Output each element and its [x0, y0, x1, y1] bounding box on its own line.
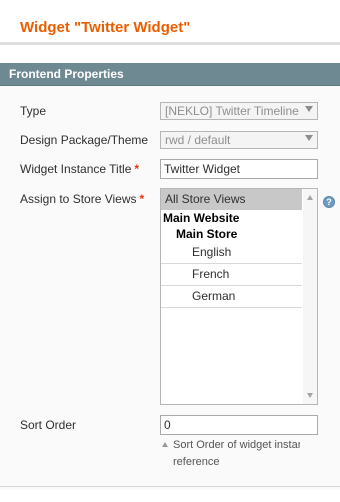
- store-views-group-website: Main Website: [161, 210, 302, 226]
- option-label: German: [192, 289, 236, 303]
- store-views-option-english[interactable]: English: [161, 242, 302, 264]
- required-marker: *: [139, 192, 145, 206]
- store-views-label: Assign to Store Views *: [20, 192, 144, 206]
- widget-edit-page: Widget "Twitter Widget" Frontend Propert…: [0, 0, 340, 502]
- note-arrow-icon: [162, 442, 168, 447]
- fieldset-title: Frontend Properties: [9, 67, 124, 81]
- required-marker: *: [134, 162, 140, 176]
- scroll-up-arrow-icon[interactable]: [307, 195, 313, 200]
- store-views-group-store: Main Store: [161, 226, 302, 242]
- sort-order-label-text: Sort Order: [20, 418, 77, 432]
- store-views-option-french[interactable]: French: [161, 264, 302, 286]
- option-label: French: [192, 267, 230, 281]
- page-header: Widget "Twitter Widget": [0, 0, 340, 42]
- design-package-select-value: rwd / default: [165, 133, 231, 147]
- group-label: Main Store: [176, 227, 238, 241]
- chevron-down-icon: [305, 106, 313, 112]
- sort-order-note: Sort Order of widget instance reference: [162, 437, 300, 473]
- option-label: All Store Views: [165, 192, 246, 206]
- store-views-multiselect[interactable]: All Store Views Main Website Main Store …: [160, 188, 318, 405]
- store-views-option-all[interactable]: All Store Views: [161, 189, 302, 210]
- sort-order-input[interactable]: [160, 415, 318, 435]
- note-text-line2: reference: [173, 456, 220, 468]
- chevron-down-icon: [305, 135, 313, 141]
- store-views-label-text: Assign to Store Views: [20, 192, 137, 206]
- instance-title-label-text: Widget Instance Title: [20, 162, 132, 176]
- sort-order-label: Sort Order: [20, 418, 76, 432]
- design-package-label-text: Design Package/Theme: [20, 133, 149, 147]
- note-text-line1: Sort Order of widget instance: [173, 439, 300, 451]
- instance-title-label: Widget Instance Title *: [20, 162, 139, 176]
- option-label: English: [192, 245, 232, 259]
- store-views-scrollbar[interactable]: [303, 189, 317, 404]
- type-select[interactable]: [NEKLO] Twitter Timeline: [160, 102, 318, 120]
- fieldset-bottom-divider: [0, 486, 340, 487]
- group-label: Main Website: [163, 211, 240, 225]
- page-title: Widget "Twitter Widget": [20, 19, 191, 36]
- design-package-select[interactable]: rwd / default: [160, 131, 318, 149]
- scroll-down-arrow-icon[interactable]: [307, 393, 313, 398]
- design-package-label: Design Package/Theme: [20, 133, 148, 147]
- type-select-value: [NEKLO] Twitter Timeline: [165, 104, 299, 118]
- store-views-option-german[interactable]: German: [161, 286, 302, 308]
- type-label-text: Type: [20, 104, 47, 118]
- type-label: Type: [20, 104, 46, 118]
- instance-title-input[interactable]: [160, 159, 318, 179]
- store-views-options: All Store Views Main Website Main Store …: [161, 189, 302, 308]
- help-icon[interactable]: ?: [323, 196, 335, 208]
- fieldset-header[interactable]: Frontend Properties: [0, 63, 340, 86]
- header-divider: [0, 42, 340, 45]
